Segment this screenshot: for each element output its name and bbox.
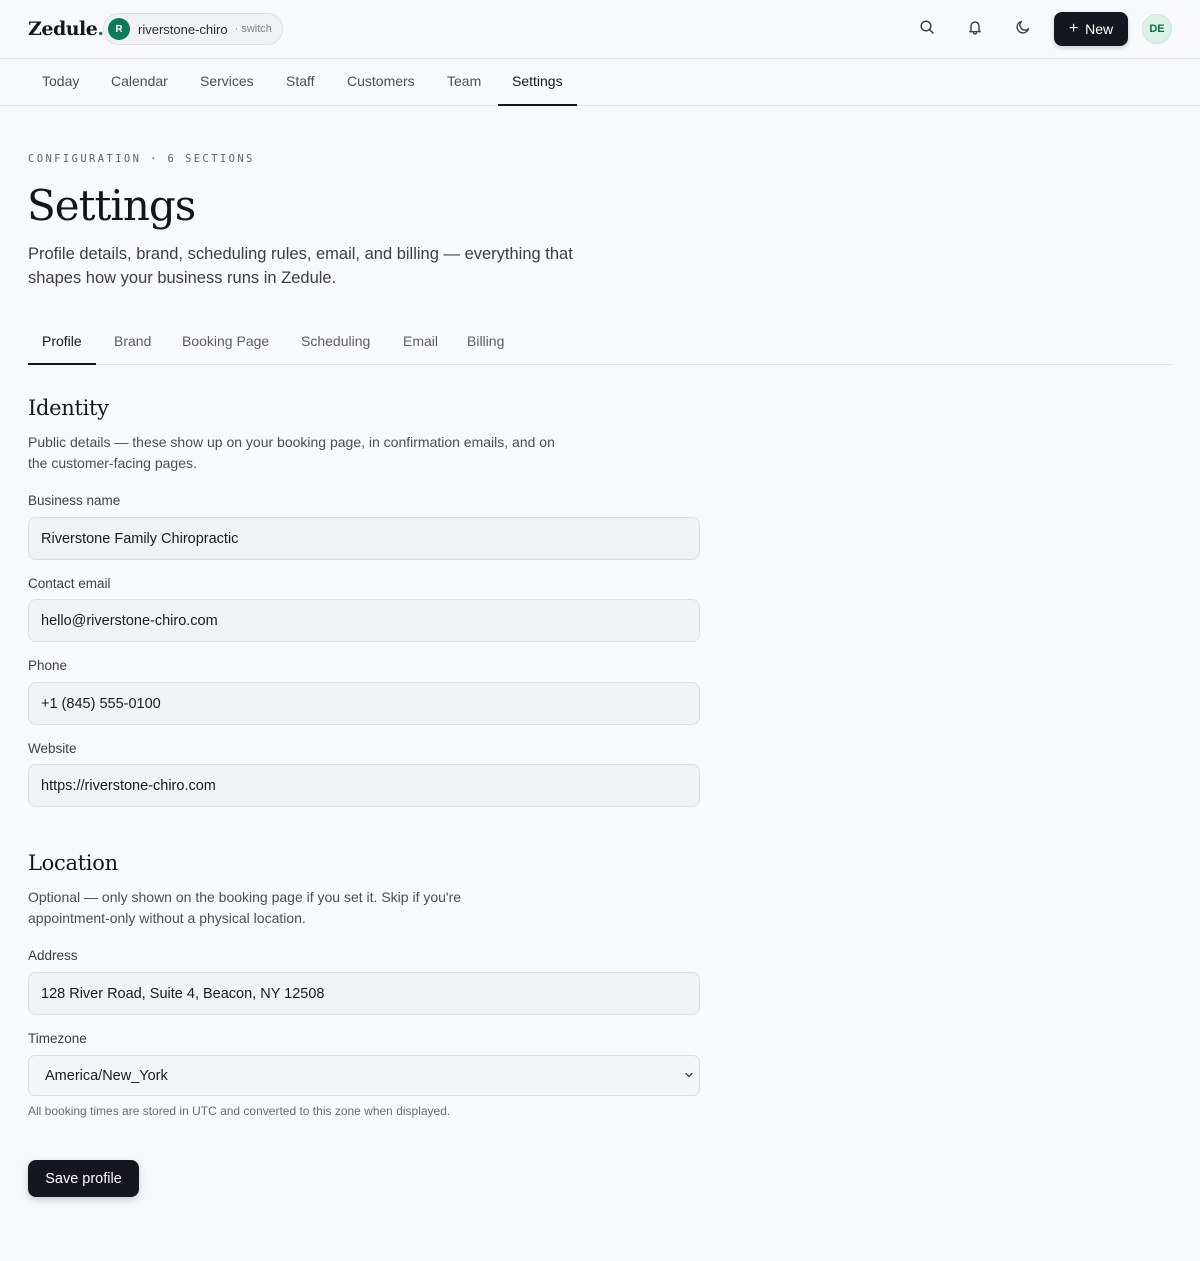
business-name-input[interactable] (28, 517, 700, 560)
notifications-button[interactable] (961, 15, 989, 43)
chevron-down-icon (683, 1069, 695, 1081)
workspace-name: riverstone-chiro (138, 21, 228, 37)
identity-section-title: Identity (28, 396, 109, 420)
timezone-select[interactable]: America/New_York (28, 1055, 700, 1096)
page-description: Profile details, brand, scheduling rules… (28, 245, 573, 287)
bell-icon (967, 19, 983, 40)
address-label: Address (28, 948, 78, 963)
tab-scheduling[interactable]: Scheduling (287, 320, 384, 364)
nav-item-staff[interactable]: Staff (272, 59, 329, 105)
new-button-label: New (1085, 21, 1114, 37)
workspace-avatar: R (108, 18, 130, 40)
timezone-helper-text: All booking times are stored in UTC and … (28, 1104, 451, 1118)
nav-item-customers[interactable]: Customers (333, 59, 429, 105)
tab-email[interactable]: Email (389, 320, 452, 364)
nav-item-today[interactable]: Today (28, 59, 93, 105)
tab-booking-page[interactable]: Booking Page (168, 320, 283, 364)
address-input[interactable] (28, 972, 700, 1015)
website-label: Website (28, 741, 77, 756)
phone-input[interactable] (28, 682, 700, 725)
contact-email-input[interactable] (28, 599, 700, 642)
save-profile-button[interactable]: Save profile (28, 1160, 139, 1197)
workspace-switch-label: · switch (234, 23, 272, 35)
user-avatar[interactable]: DE (1142, 14, 1172, 44)
nav-item-team[interactable]: Team (433, 59, 495, 105)
main-nav: Today Calendar Services Staff Customers … (0, 59, 1200, 106)
timezone-label: Timezone (28, 1031, 87, 1046)
top-bar: Zedule. R riverstone-chiro · switch + Ne… (0, 0, 1200, 59)
tab-profile[interactable]: Profile (28, 320, 96, 365)
contact-email-label: Contact email (28, 576, 111, 591)
search-button[interactable] (913, 15, 941, 43)
new-button[interactable]: + New (1054, 12, 1128, 46)
settings-tabs: Profile Brand Booking Page Scheduling Em… (28, 320, 1172, 365)
page-eyebrow: CONFIGURATION · 6 SECTIONS (28, 153, 255, 165)
plus-icon: + (1068, 20, 1079, 37)
location-section-title: Location (28, 851, 118, 875)
identity-section-description: Public details — these show up on your b… (28, 434, 555, 471)
theme-toggle-button[interactable] (1009, 15, 1037, 43)
nav-item-calendar[interactable]: Calendar (97, 59, 182, 105)
tab-brand[interactable]: Brand (100, 320, 165, 364)
business-name-label: Business name (28, 493, 121, 508)
logo-text: Zedule (28, 18, 98, 40)
moon-icon (1015, 19, 1031, 40)
location-section-description: Optional — only shown on the booking pag… (28, 889, 462, 926)
phone-label: Phone (28, 658, 68, 673)
workspace-switcher[interactable]: R riverstone-chiro · switch (103, 13, 283, 45)
website-input[interactable] (28, 764, 700, 807)
app-logo[interactable]: Zedule. (28, 18, 104, 40)
search-icon (919, 19, 935, 40)
tab-billing[interactable]: Billing (453, 320, 518, 364)
nav-item-services[interactable]: Services (186, 59, 268, 105)
nav-item-settings[interactable]: Settings (498, 59, 577, 106)
page-title: Settings (27, 181, 196, 230)
timezone-value: America/New_York (45, 1067, 168, 1084)
